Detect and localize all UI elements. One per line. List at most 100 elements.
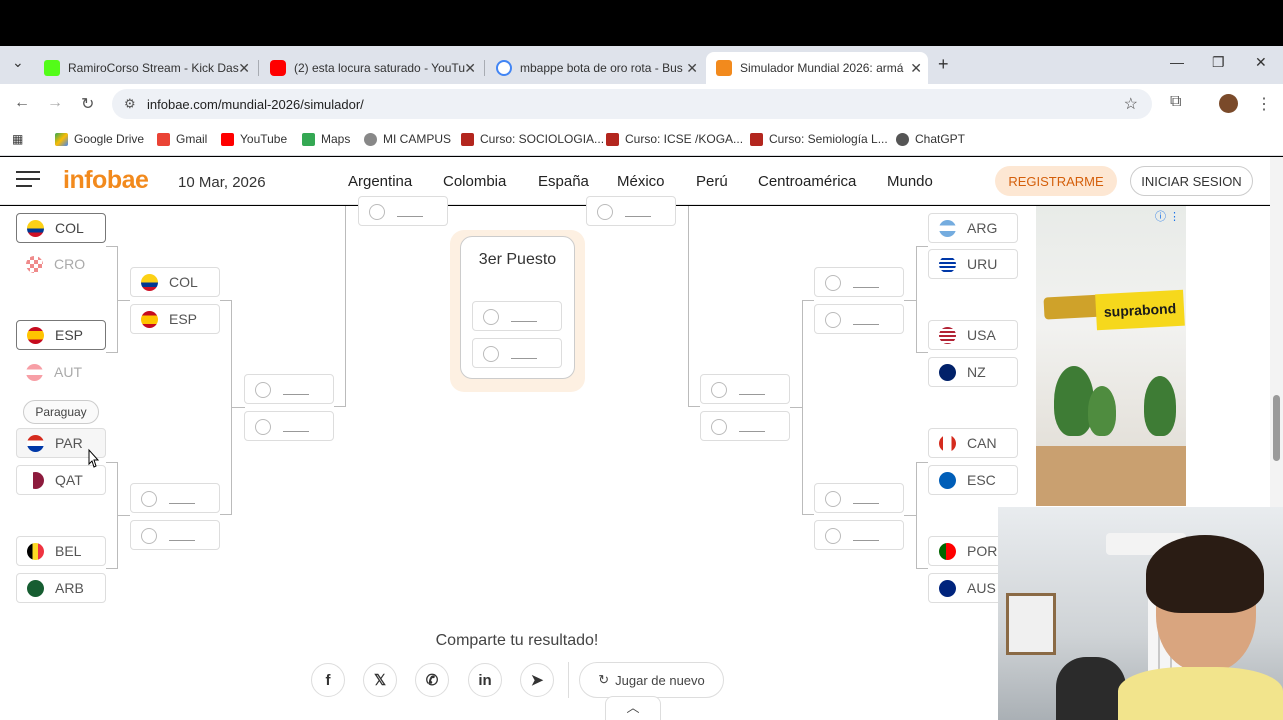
flag-belgium-icon [27, 542, 44, 560]
team-slot[interactable]: COL [130, 267, 220, 297]
hamburger-menu-icon[interactable] [16, 171, 40, 189]
url-field[interactable]: ⚙ infobae.com/mundial-2026/simulador/ ☆ [112, 89, 1152, 119]
reload-icon[interactable]: ↻ [81, 94, 94, 114]
linkedin-share-button[interactable]: in [468, 663, 502, 697]
flag-uruguay-icon [939, 255, 956, 273]
close-icon[interactable]: ✕ [910, 60, 922, 77]
bookmark-curso-sociologia[interactable]: Curso: SOCIOLOGIA... [461, 132, 604, 146]
flag-colombia-icon [141, 273, 158, 291]
tab-search-icon[interactable]: ⌄ [12, 54, 24, 71]
share-title: Comparte tu resultado! [435, 632, 599, 649]
tab-kick[interactable]: RamiroCorso Stream - Kick Das ✕ [34, 52, 256, 84]
profile-avatar[interactable] [1219, 94, 1238, 113]
team-slot[interactable]: ESP [16, 320, 106, 350]
flag-paraguay-icon [27, 434, 44, 452]
nav-espana[interactable]: España [538, 173, 589, 190]
nav-peru[interactable]: Perú [696, 173, 728, 190]
empty-team-slot[interactable] [814, 267, 904, 297]
empty-team-slot[interactable] [472, 301, 562, 331]
empty-team-slot[interactable] [130, 483, 220, 513]
team-slot[interactable]: NZ [928, 357, 1018, 387]
advertisement[interactable]: ⓘ ⋮ suprabond [1036, 206, 1186, 506]
share-separator [568, 662, 569, 698]
extensions-icon[interactable]: ⧉ [1170, 93, 1181, 111]
restore-icon[interactable]: ❐ [1212, 54, 1225, 71]
gmail-icon [157, 132, 170, 146]
nav-centroamerica[interactable]: Centroamérica [758, 173, 856, 190]
bookmark-chatgpt[interactable]: ChatGPT [896, 132, 965, 146]
empty-team-slot[interactable] [814, 304, 904, 334]
team-code: ESC [967, 472, 996, 488]
play-again-button[interactable]: ↻ Jugar de nuevo [579, 662, 724, 698]
bookmark-curso-semiologia[interactable]: Curso: Semiología L... [750, 132, 888, 146]
nav-colombia[interactable]: Colombia [443, 173, 506, 190]
plant-image [1088, 386, 1116, 436]
team-slot[interactable]: AUT [16, 357, 106, 387]
close-icon[interactable]: ✕ [238, 60, 250, 77]
close-icon[interactable]: ✕ [464, 60, 476, 77]
wall-board-image [1006, 593, 1056, 655]
back-icon[interactable]: ← [14, 94, 30, 112]
team-slot[interactable]: BEL [16, 536, 106, 566]
minimize-icon[interactable]: — [1170, 54, 1184, 70]
close-icon[interactable]: ✕ [686, 60, 698, 77]
whatsapp-icon: ✆ [425, 672, 439, 689]
bookmark-maps[interactable]: Maps [302, 132, 350, 146]
team-code: BEL [55, 543, 82, 559]
tab-infobae[interactable]: Simulador Mundial 2026: armá ✕ [706, 52, 928, 84]
team-code: URU [967, 256, 998, 272]
bookmark-google-drive[interactable]: Google Drive [55, 132, 144, 146]
linkedin-icon: in [478, 671, 492, 689]
empty-team-slot[interactable] [244, 374, 334, 404]
telegram-share-button[interactable]: ➤ [520, 663, 554, 697]
register-button[interactable]: REGISTRARME [995, 166, 1117, 196]
empty-team-slot[interactable] [814, 520, 904, 550]
bookmark-curso-icse[interactable]: Curso: ICSE /KOGA... [606, 132, 743, 146]
scrollbar-thumb[interactable] [1273, 395, 1280, 461]
tab-youtube[interactable]: (2) esta locura saturado - YouTu ✕ [260, 52, 482, 84]
bookmark-label: Curso: SOCIOLOGIA... [480, 132, 605, 146]
site-logo[interactable]: infobae [63, 166, 149, 195]
team-slot[interactable]: ESC [928, 465, 1018, 495]
whatsapp-share-button[interactable]: ✆ [415, 663, 449, 697]
team-slot[interactable]: ESP [130, 304, 220, 334]
team-slot[interactable]: ARB [16, 573, 106, 603]
empty-team-slot[interactable] [700, 374, 790, 404]
bookmark-youtube[interactable]: YouTube [221, 132, 287, 146]
bookmark-gmail[interactable]: Gmail [157, 132, 207, 146]
empty-team-slot[interactable] [130, 520, 220, 550]
ad-info-icon[interactable]: ⓘ ⋮ [1155, 208, 1180, 224]
site-info-icon[interactable]: ⚙ [124, 96, 136, 112]
empty-team-slot[interactable] [244, 411, 334, 441]
team-slot[interactable]: CAN [928, 428, 1018, 458]
x-share-button[interactable]: 𝕏 [363, 663, 397, 697]
bookmark-mi-campus[interactable]: MI CAMPUS [364, 132, 451, 146]
nav-mexico[interactable]: México [617, 173, 665, 190]
nav-argentina[interactable]: Argentina [348, 173, 412, 190]
team-slot[interactable]: USA [928, 320, 1018, 350]
facebook-share-button[interactable]: f [311, 663, 345, 697]
team-slot[interactable]: ARG [928, 213, 1018, 243]
radio-circle-icon [711, 419, 727, 435]
team-slot[interactable]: CRO [16, 249, 106, 279]
nav-mundo[interactable]: Mundo [887, 173, 933, 190]
chevron-up-icon[interactable]: ︿ [605, 696, 661, 720]
empty-team-slot[interactable] [814, 483, 904, 513]
team-slot[interactable]: COL [16, 213, 106, 243]
forward-icon[interactable]: → [47, 94, 63, 112]
empty-team-slot[interactable] [358, 196, 448, 226]
team-slot[interactable]: URU [928, 249, 1018, 279]
bookmark-star-icon[interactable]: ☆ [1124, 94, 1138, 114]
new-tab-button[interactable]: + [938, 54, 949, 75]
team-code: CRO [54, 256, 86, 272]
third-place-title: 3er Puesto [478, 251, 557, 268]
login-button[interactable]: INICIAR SESION [1130, 166, 1253, 196]
window-close-icon[interactable]: ✕ [1255, 54, 1267, 71]
empty-team-slot[interactable] [700, 411, 790, 441]
empty-team-slot[interactable] [586, 196, 676, 226]
tab-google[interactable]: mbappe bota de oro rota - Bus ✕ [486, 52, 704, 84]
apps-grid-icon[interactable]: ▦ [12, 132, 23, 146]
menu-kebab-icon[interactable]: ⋮ [1256, 94, 1272, 114]
empty-team-slot[interactable] [472, 338, 562, 368]
bookmark-label: ChatGPT [915, 132, 966, 146]
